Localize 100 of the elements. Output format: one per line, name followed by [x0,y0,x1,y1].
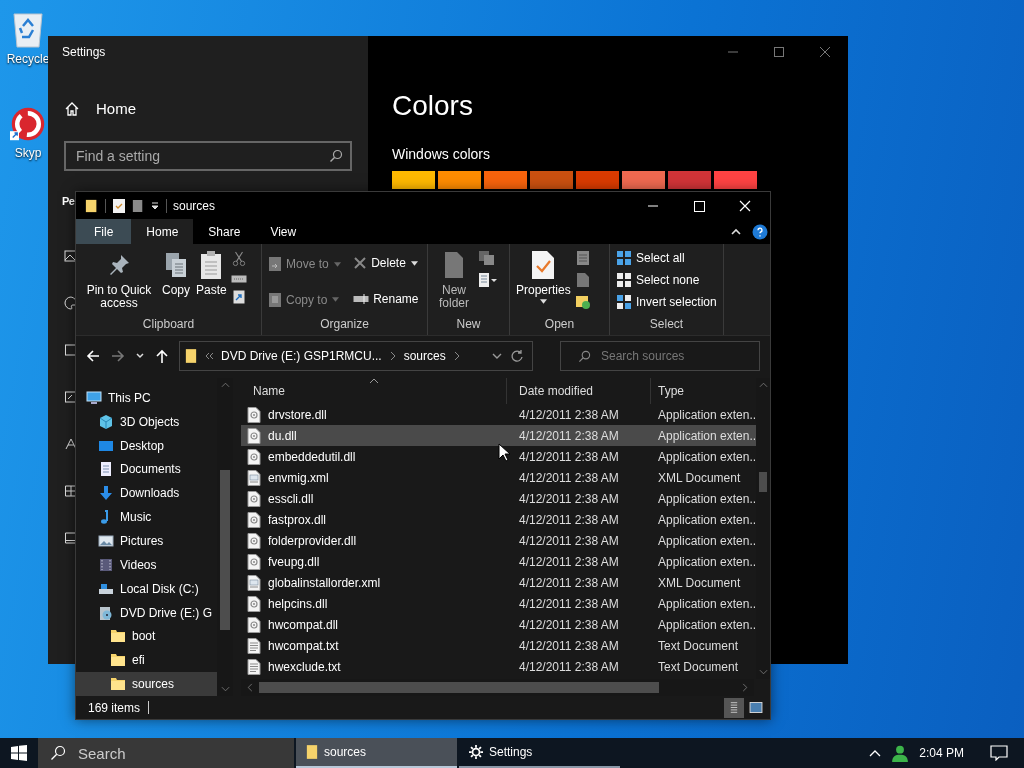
file-row[interactable]: globalinstallorder.xml 4/12/2011 2:38 AM XML Document [241,572,756,593]
column-header[interactable]: Name [241,378,507,404]
chevron-right-icon[interactable] [388,351,397,361]
scissors-icon[interactable] [231,250,246,268]
nav-tree-item[interactable]: Pictures [76,529,217,553]
file-row[interactable]: fastprox.dll 4/12/2011 2:38 AM Application exten.. [241,509,756,530]
ribbon-button[interactable]: Pin to Quick access [80,248,158,312]
date-cell-text: 4/12/2011 2:38 AM [518,449,620,464]
file-row[interactable]: folderprovider.dll 4/12/2011 2:38 AM Application exten.. [241,530,756,551]
ribbon-button[interactable]: New folder [432,248,476,312]
ribbon-button[interactable]: Rename [351,289,423,308]
chevron-right-icon[interactable] [452,351,461,361]
chevron-up-icon[interactable] [869,749,882,757]
nav-tree-item[interactable]: Downloads [76,481,217,506]
ribbon-tab[interactable]: Share [193,219,256,244]
address-bar[interactable]: DVD Drive (E:) GSP1RMCU... sources [179,341,533,371]
nav-tree-item[interactable]: This PC [76,386,217,410]
path-icon[interactable] [230,274,247,284]
taskbar-app-button[interactable]: Settings [459,738,620,768]
checklist-icon[interactable] [112,197,126,214]
palette-icon[interactable] [64,296,78,310]
color-swatch[interactable] [668,171,711,189]
file-name: embeddedutil.dll [268,449,356,464]
ribbon-button[interactable]: Delete [351,254,423,272]
nav-tree-item[interactable]: Music [76,505,217,530]
ribbon-button[interactable]: Properties [514,248,573,306]
nav-tree-item[interactable]: DVD Drive (E:) G [76,600,217,625]
help-icon[interactable] [752,223,768,240]
grid-icon[interactable] [64,484,78,498]
color-swatch[interactable] [622,171,665,189]
file-row[interactable]: embeddedutil.dll 4/12/2011 2:38 AM Application exten.. [241,446,756,467]
notification-icon[interactable] [990,745,1008,761]
folder-refresh-icon[interactable] [574,294,591,310]
dropdown-icon[interactable] [150,200,160,211]
column-header[interactable]: Type [651,378,756,404]
file-row[interactable]: envmig.xml 4/12/2011 2:38 AM XML Document [241,467,756,488]
nav-tree-item[interactable]: Local Disk (C:) [76,576,217,601]
list-lines-icon [730,701,738,714]
taskbar-search-field[interactable]: Search [38,738,294,768]
clock[interactable]: 2:04 PM [919,746,964,760]
text-file-icon [247,658,261,675]
chevron-down-icon[interactable] [135,351,145,361]
shortcut-icon[interactable] [232,290,245,304]
taskbar-app-button[interactable]: sources [296,738,457,768]
color-swatch[interactable] [576,171,619,189]
nav-tree-item[interactable]: Documents [76,457,217,482]
up-arrow-icon[interactable] [154,348,170,364]
nav-tree-item[interactable]: efi [76,648,217,673]
new-item-icon[interactable] [478,272,498,288]
square-icon[interactable] [64,343,78,357]
nav-tree-item[interactable]: sources [76,672,217,696]
file-menu-tab[interactable]: File [76,219,132,244]
file-row[interactable]: drvstore.dll 4/12/2011 2:38 AM Application exten.. [241,404,756,425]
forward-arrow-icon[interactable] [110,348,126,364]
ribbon-button[interactable]: Paste [194,248,229,299]
refresh-icon[interactable] [510,349,524,363]
file-row[interactable]: fveupg.dll 4/12/2011 2:38 AM Application exten.. [241,551,756,572]
tablet-icon[interactable] [64,390,78,404]
color-swatch[interactable] [714,171,757,189]
nav-tree-item[interactable]: Videos [76,552,217,577]
breadcrumb-link[interactable]: sources [403,349,446,363]
chat-app-icon[interactable] [10,106,46,142]
nav-tree-item[interactable]: 3D Objects [76,409,217,434]
scroll-thumb[interactable] [220,470,230,630]
color-swatch[interactable] [484,171,527,189]
ribbon-button[interactable]: Select all [614,248,687,268]
desktop-icon-label: Skyp [14,146,42,160]
file-row[interactable]: du.dll 4/12/2011 2:38 AM Application exten.. [241,425,756,446]
breadcrumb-link[interactable]: DVD Drive (E:) GSP1RMCU... [221,349,382,363]
column-header[interactable]: Date modified [507,378,651,404]
page-icon[interactable] [575,272,590,288]
person-icon[interactable] [891,744,910,762]
file-row[interactable]: helpcins.dll 4/12/2011 2:38 AM Application exten.. [241,593,756,614]
back-arrow-icon[interactable] [85,348,101,364]
ribbon-button[interactable]: Select none [614,270,702,290]
ribbon-tab[interactable]: View [255,219,312,244]
nav-tree-item[interactable]: Desktop [76,433,217,458]
new-folder-icon[interactable] [132,197,144,214]
file-row[interactable]: hwcompat.dll 4/12/2011 2:38 AM Application exten.. [241,614,756,635]
home-link[interactable]: Home [62,96,136,121]
scroll-thumb[interactable] [259,682,659,693]
file-row[interactable]: hwcompat.txt 4/12/2011 2:38 AM Text Document [241,635,756,656]
settings-search-field[interactable]: Find a setting [64,141,352,171]
details-view-button[interactable] [724,697,744,718]
nav-tree-item[interactable]: boot [76,624,217,649]
file-name: envmig.xml [268,470,329,485]
checklist-icon[interactable] [575,250,590,266]
color-swatch[interactable] [530,171,573,189]
color-swatch[interactable] [438,171,481,189]
scroll-thumb[interactable] [759,472,767,492]
color-swatch[interactable] [392,171,435,189]
ribbon-tab[interactable]: Home [131,219,194,244]
taskbar-icon[interactable] [64,531,78,545]
file-row[interactable]: esscli.dll 4/12/2011 2:38 AM Application exten.. [241,488,756,509]
folder-search-field[interactable]: Search sources [560,341,760,371]
start-button-icon[interactable] [11,745,27,761]
clipboard-icon [199,250,224,280]
ribbon-button[interactable]: Copy [160,248,192,299]
ribbon-button[interactable]: Invert selection [614,292,719,312]
file-row[interactable]: hwexclude.txt 4/12/2011 2:38 AM Text Document [241,656,756,677]
